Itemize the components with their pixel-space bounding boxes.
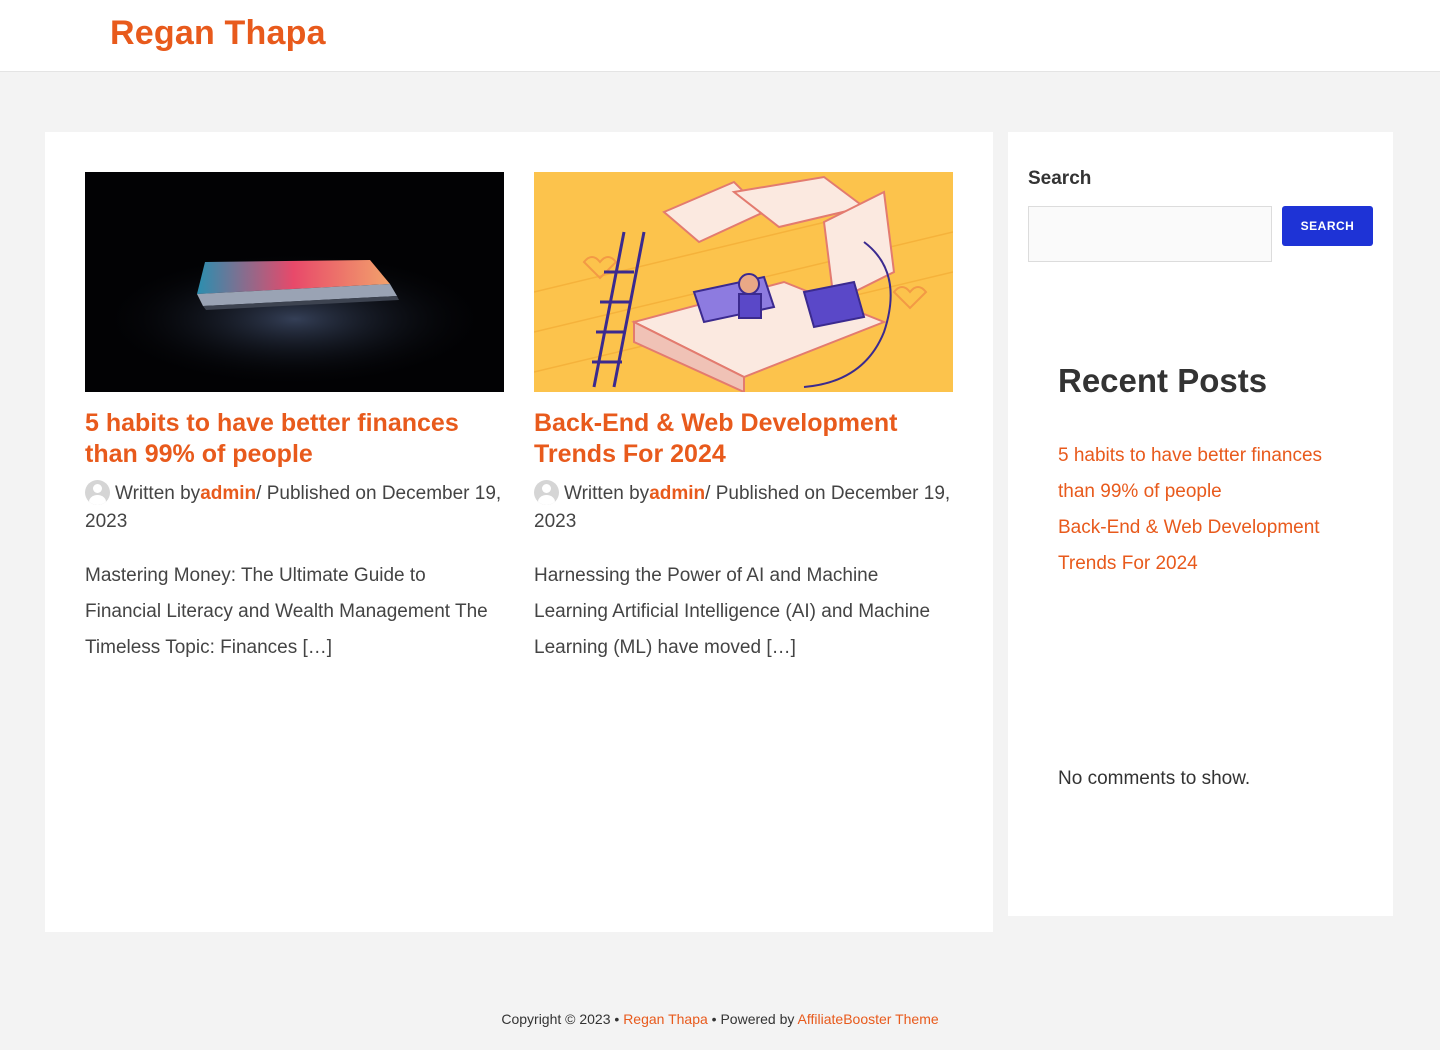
post-thumbnail-developer[interactable]: [534, 172, 953, 392]
author-link[interactable]: admin: [649, 483, 705, 504]
powered-by-text: • Powered by: [711, 1011, 795, 1027]
search-input[interactable]: [1028, 206, 1272, 262]
copyright-text: Copyright © 2023 •: [501, 1011, 620, 1027]
footer-theme-link[interactable]: AffiliateBooster Theme: [798, 1011, 939, 1027]
site-title-link[interactable]: Regan Thapa: [110, 14, 326, 53]
post-meta: Written byadmin/ Published on December 1…: [85, 480, 504, 536]
recent-posts-list: 5 habits to have better finances than 99…: [1058, 438, 1328, 582]
site-footer: Copyright © 2023 • Regan Thapa • Powered…: [0, 1011, 1440, 1027]
post-title-link[interactable]: Back-End & Web Development Trends For 20…: [534, 408, 953, 470]
post-card: Back-End & Web Development Trends For 20…: [534, 172, 953, 666]
post-meta: Written byadmin/ Published on December 1…: [534, 480, 953, 536]
written-by-label: Written by: [115, 483, 201, 504]
developer-illustration-image: [534, 172, 953, 392]
posts-container: 5 habits to have better finances than 99…: [45, 132, 993, 932]
laptop-image: [85, 172, 504, 392]
avatar: [534, 480, 559, 505]
recent-post-link[interactable]: 5 habits to have better finances than 99…: [1058, 438, 1328, 510]
search-button[interactable]: SEARCH: [1282, 206, 1373, 246]
written-by-label: Written by: [564, 483, 650, 504]
post-excerpt: Mastering Money: The Ultimate Guide to F…: [85, 565, 488, 658]
footer-site-link[interactable]: Regan Thapa: [623, 1011, 708, 1027]
sidebar: Search SEARCH Recent Posts 5 habits to h…: [1008, 132, 1393, 916]
site-header: Regan Thapa: [0, 0, 1440, 72]
author-link[interactable]: admin: [200, 483, 256, 504]
list-item: 5 habits to have better finances than 99…: [1058, 438, 1328, 510]
post-thumbnail-laptop[interactable]: [85, 172, 504, 392]
avatar: [85, 480, 110, 505]
search-label: Search: [1028, 168, 1092, 189]
recent-posts-heading: Recent Posts: [1058, 362, 1268, 399]
post-excerpt: Harnessing the Power of AI and Machine L…: [534, 565, 931, 658]
recent-post-link[interactable]: Back-End & Web Development Trends For 20…: [1058, 510, 1328, 582]
no-comments-text: No comments to show.: [1058, 768, 1251, 789]
post-card: 5 habits to have better finances than 99…: [85, 172, 504, 666]
post-title-link[interactable]: 5 habits to have better finances than 99…: [85, 408, 504, 470]
list-item: Back-End & Web Development Trends For 20…: [1058, 510, 1328, 582]
